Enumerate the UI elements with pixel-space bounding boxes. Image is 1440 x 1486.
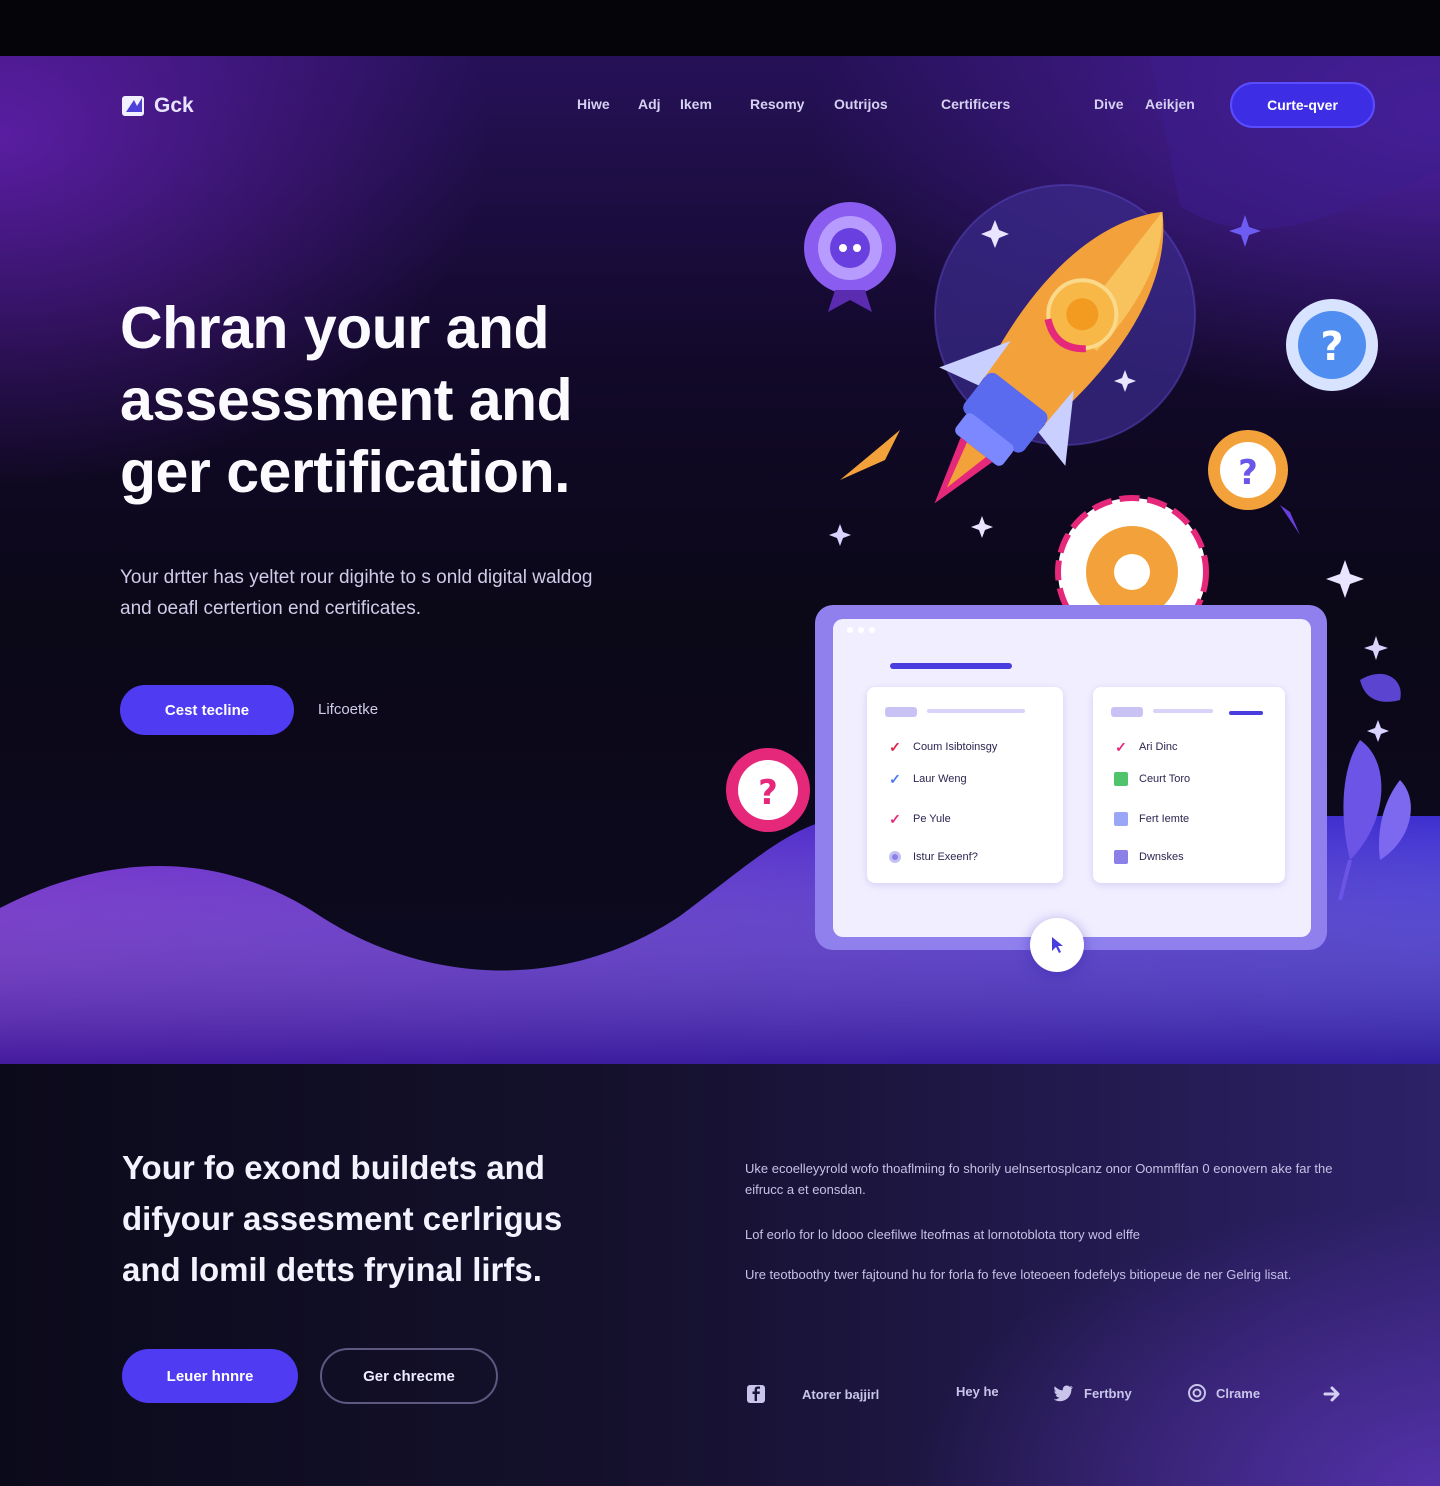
app-window-body: ✓ Coum Isibtoinsgy ✓ Laur Weng ✓ Pe Yule… — [833, 619, 1311, 937]
social-label: Hey he — [956, 1384, 999, 1399]
svg-text:?: ? — [1238, 453, 1258, 493]
sparkle-icon — [829, 524, 851, 546]
question-badge-icon: ? — [1286, 299, 1378, 391]
navbar: Gck Hiwe Adj Ikem Resomy Outrijos Certif… — [0, 82, 1440, 130]
checklist-item[interactable]: Istur Exeenf? — [887, 849, 978, 865]
section-title-line: and lomil detts fryinal lirfs. — [122, 1251, 542, 1288]
leaf-icon — [1338, 740, 1411, 901]
social-label: Fertbny — [1084, 1385, 1132, 1401]
hero-subtitle: Your drtter has yeltet rour digihte to s… — [120, 562, 700, 624]
sparkle-icon — [1229, 215, 1261, 247]
square-icon — [1113, 811, 1129, 827]
checklist-item[interactable]: ✓ Ari Dinc — [1113, 738, 1178, 755]
hero-subtitle-line: Your drtter has yeltet rour digihte to s… — [120, 567, 593, 588]
section-paragraph: Ure teotboothy twer fajtound hu for forl… — [745, 1267, 1292, 1282]
app-window-card: ✓ Coum Isibtoinsgy ✓ Laur Weng ✓ Pe Yule… — [815, 605, 1327, 950]
robot-badge-icon — [804, 202, 896, 312]
sparkle-icon — [971, 516, 993, 538]
section-title-line: difyour assesment cerlrigus — [122, 1200, 563, 1237]
check-icon: ✓ — [889, 770, 901, 787]
section-title: Your fo exond buildets and difyour asses… — [122, 1142, 682, 1295]
flame-streak — [840, 430, 900, 480]
hero-secondary-link[interactable]: Lifcoetke — [318, 701, 378, 718]
section-paragraph: Uke ecoelleyyrold wofo thoaflmiing fo sh… — [745, 1161, 1333, 1197]
nav-link-dive[interactable]: Dive — [1094, 96, 1124, 112]
question-badge-icon: ? — [726, 748, 810, 832]
social-link-twitter[interactable]: Fertbny — [1054, 1384, 1132, 1402]
sparkle-icon — [1367, 720, 1389, 742]
checklist-label: Coum Isibtoinsgy — [913, 741, 998, 753]
social-link-arrow[interactable] — [1322, 1384, 1342, 1404]
twitter-icon — [1054, 1385, 1073, 1402]
learn-more-button[interactable]: Leuer hnnre — [122, 1349, 298, 1403]
hero-title: Chran your and assessment and ger certif… — [120, 292, 740, 508]
instagram-icon — [1188, 1384, 1206, 1402]
checklist-label: Istur Exeenf? — [913, 851, 978, 863]
checklist-label: Laur Weng — [913, 773, 967, 785]
radio-icon — [887, 849, 903, 865]
checklist-label: Ari Dinc — [1139, 741, 1178, 753]
secondary-button[interactable]: Ger chrecme — [320, 1348, 498, 1404]
hero-title-line: Chran your and — [120, 295, 550, 361]
checklist-item[interactable]: ✓ Pe Yule — [887, 811, 951, 827]
cursor-button[interactable] — [1030, 918, 1084, 972]
checklist-panel-left: ✓ Coum Isibtoinsgy ✓ Laur Weng ✓ Pe Yule… — [867, 687, 1063, 883]
leaf-icon — [1360, 673, 1401, 702]
checklist-item[interactable]: Fert Iemte — [1113, 811, 1189, 827]
hero-title-line: ger certification. — [120, 439, 571, 505]
section-title-line: Your fo exond buildets and — [122, 1149, 545, 1186]
logo-icon — [122, 96, 144, 116]
social-label: Atorer bajjirl — [802, 1386, 880, 1402]
check-icon: ✓ — [889, 738, 901, 755]
sparkle-icon — [1364, 636, 1388, 660]
brand-name: Gck — [154, 94, 194, 117]
top-letterbox — [0, 0, 1440, 56]
nav-link-aeikjen[interactable]: Aeikjen — [1145, 96, 1195, 112]
nav-link-outrijos[interactable]: Outrijos — [834, 96, 888, 112]
arrow-icon — [1323, 1386, 1340, 1402]
nav-link-certificers[interactable]: Certificers — [941, 96, 1010, 112]
section-paragraph: Lof eorlo for lo ldooo cleefilwe lteofma… — [745, 1227, 1141, 1242]
check-icon: ✓ — [889, 810, 901, 827]
checklist-item[interactable]: Ceurt Toro — [1113, 771, 1190, 787]
social-link-facebook[interactable]: Atorer bajjirl — [746, 1384, 879, 1404]
square-icon — [1113, 849, 1129, 865]
question-badge-icon: ? — [1208, 430, 1300, 535]
facebook-icon — [747, 1385, 765, 1403]
hero-subtitle-line: and oeafl certertion end certificates. — [120, 598, 422, 619]
nav-link-adj[interactable]: Adj — [638, 96, 661, 112]
check-icon: ✓ — [1115, 738, 1127, 755]
sparkle-icon — [1326, 560, 1364, 598]
nav-link-resomy[interactable]: Resomy — [750, 96, 804, 112]
svg-text:?: ? — [1320, 324, 1343, 370]
social-link-instagram[interactable]: Clrame — [1188, 1384, 1260, 1402]
social-link[interactable]: Hey he — [956, 1384, 999, 1399]
checklist-item[interactable]: ✓ Laur Weng — [887, 770, 967, 787]
checklist-label: Ceurt Toro — [1139, 773, 1191, 785]
brand-logo[interactable]: Gck — [120, 92, 194, 120]
progress-bar — [890, 663, 1012, 669]
svg-text:?: ? — [758, 773, 778, 813]
checklist-label: Pe Yule — [913, 813, 951, 825]
nav-link-ikem[interactable]: Ikem — [680, 96, 712, 112]
pointer-icon — [1052, 937, 1063, 953]
window-dots — [847, 627, 875, 633]
nav-cta-button[interactable]: Curte-qver — [1230, 82, 1375, 128]
checklist-label: Dwnskes — [1139, 851, 1184, 863]
hero-title-line: assessment and — [120, 367, 573, 433]
social-label: Clrame — [1216, 1385, 1261, 1401]
nav-link-home[interactable]: Hiwe — [577, 96, 610, 112]
checklist-item[interactable]: Dwnskes — [1113, 849, 1184, 865]
square-icon — [1113, 771, 1129, 787]
checklist-panel-right: ✓ Ari Dinc Ceurt Toro Fert Iemte Dwnskes — [1093, 687, 1285, 883]
hero-primary-button[interactable]: Cest tecline — [120, 685, 294, 735]
checklist-item[interactable]: ✓ Coum Isibtoinsgy — [887, 739, 997, 755]
checklist-label: Fert Iemte — [1139, 813, 1190, 825]
